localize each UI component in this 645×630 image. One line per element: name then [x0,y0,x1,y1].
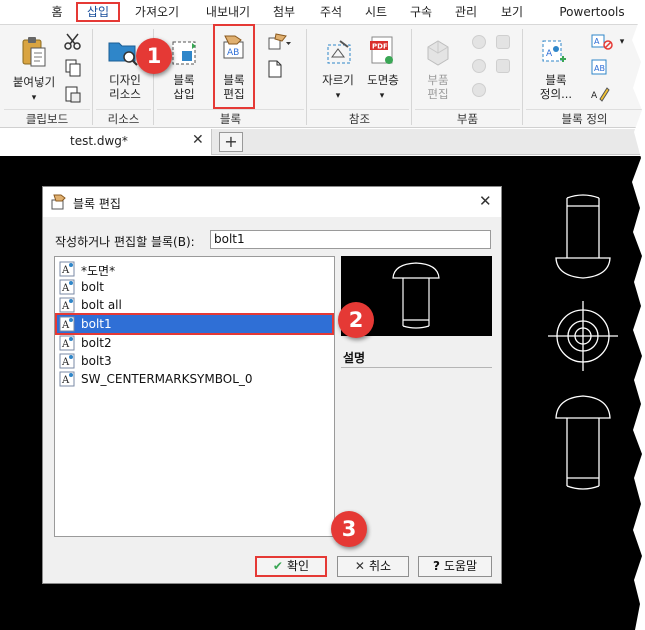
block-list[interactable]: A *도면* A bolt A bolt all A bolt1 A bolt2… [54,256,335,537]
step-callout-3: 3 [331,511,367,547]
checkmark-icon: ✔ [272,559,283,573]
ok-button[interactable]: ✔ 확인 [255,556,327,577]
svg-text:A: A [61,339,70,350]
block-name-label: 작성하거나 편집할 블록(B): [55,235,195,249]
svg-text:A: A [61,320,70,331]
list-item[interactable]: A SW_CENTERMARKSYMBOL_0 [57,370,332,388]
dialog-title: 블록 편집 [73,197,121,211]
svg-text:A: A [61,301,70,312]
list-item[interactable]: A bolt [57,278,332,296]
block-icon: A [59,371,75,387]
list-item-label: *도면* [81,264,116,278]
description-divider [341,367,492,368]
list-item-label: bolt1 [81,317,112,331]
list-item[interactable]: A *도면* [57,260,332,278]
list-item[interactable]: A bolt3 [57,352,332,370]
svg-text:A: A [61,283,70,294]
application-window: 홈 삽입 가져오기 내보내기 첨부 주석 시트 구속 관리 보기 Powerto… [0,0,645,630]
list-item[interactable]: A bolt2 [57,334,332,352]
dialog-titlebar[interactable]: 블록 편집 ✕ [43,187,501,217]
block-icon: A [59,353,75,369]
block-name-input[interactable]: bolt1 [210,230,491,249]
cancel-button[interactable]: ✕ 취소 [337,556,409,577]
cross-icon: ✕ [354,559,365,573]
svg-text:A: A [61,375,70,386]
list-item-label: bolt all [81,298,122,312]
close-icon[interactable]: ✕ [479,192,492,210]
step-callout-2: 2 [338,302,374,338]
block-icon: A [59,316,75,332]
list-item-label: bolt [81,280,104,294]
list-item-label: bolt2 [81,336,112,350]
block-icon: A [59,297,75,313]
list-item-label: bolt3 [81,354,112,368]
list-item-selected[interactable]: A bolt1 [55,313,334,335]
question-icon: ? [432,559,440,573]
block-icon: A [59,335,75,351]
block-icon: A [59,279,75,295]
cancel-button-label: 취소 [368,559,392,573]
svg-text:A: A [61,265,70,276]
block-icon: A [59,261,75,277]
block-edit-dialog: 블록 편집 ✕ 작성하거나 편집할 블록(B): bolt1 A *도면* A … [42,186,502,584]
help-button[interactable]: ? 도움말 [418,556,492,577]
block-edit-icon [51,194,66,210]
ok-button-label: 확인 [286,559,310,573]
help-button-label: 도움말 [443,559,478,573]
svg-text:A: A [61,357,70,368]
list-item[interactable]: A bolt all [57,296,332,314]
list-item-label: SW_CENTERMARKSYMBOL_0 [81,372,253,386]
description-label: 설명 [343,351,366,365]
step-callout-1: 1 [136,38,172,74]
